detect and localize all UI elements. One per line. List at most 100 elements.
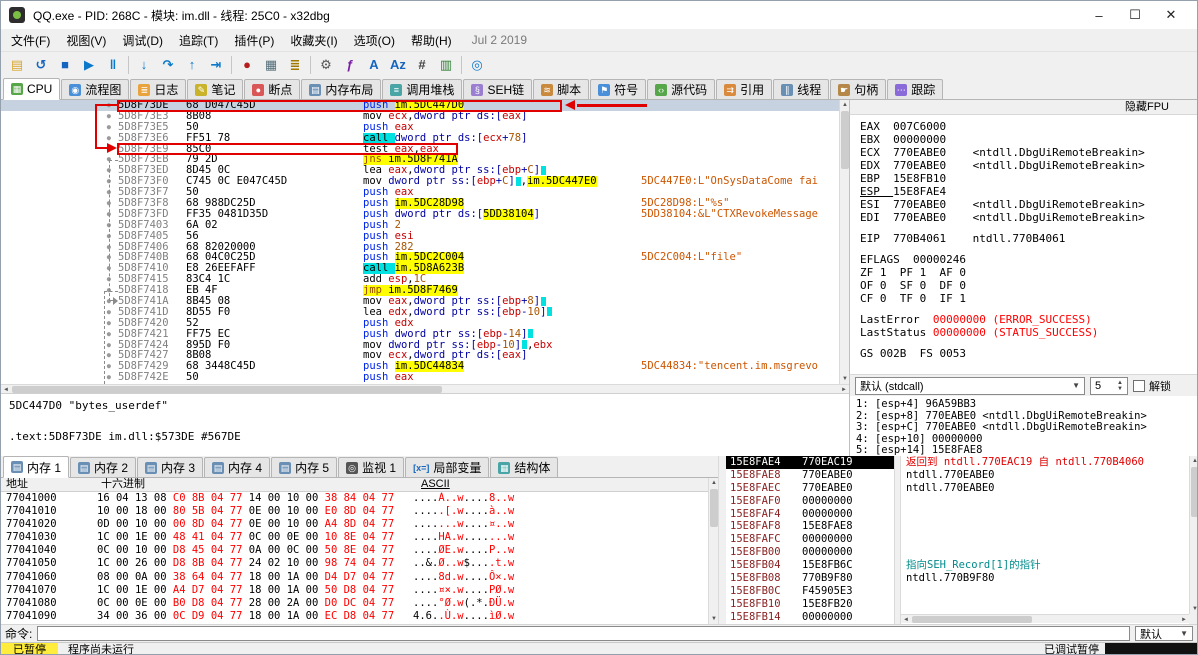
memory-row[interactable]: 77041040 0C 00 10 00 D8 45 04 77 0A 00 0C…: [1, 544, 718, 557]
column-header-ascii[interactable]: ASCII: [421, 478, 450, 491]
bottom-tab-监视 1[interactable]: ◎ 监视 1: [338, 457, 405, 477]
bottom-tab-局部变量[interactable]: [x=] 局部变量: [405, 457, 490, 477]
step-into-icon[interactable]: ↓: [132, 54, 156, 76]
open-file-icon[interactable]: ▤: [5, 54, 29, 76]
search-icon[interactable]: ◎: [465, 54, 489, 76]
stack-row[interactable]: 15E8FB10 15E8FB20: [726, 598, 894, 611]
call-argument-row[interactable]: 1: [esp+4] 96A59BB3: [856, 398, 1197, 411]
close-button[interactable]: ✕: [1153, 3, 1189, 27]
stack-comment[interactable]: [901, 546, 1189, 559]
stack-comment[interactable]: 指向SEH_Record[1]的指针: [901, 559, 1189, 572]
column-header-address[interactable]: 地址: [6, 478, 28, 491]
settings-icon[interactable]: ⚙: [314, 54, 338, 76]
memory-row[interactable]: 77041070 1C 00 1E 00 A4 D7 04 77 18 00 1A…: [1, 584, 718, 597]
scrollbar-thumb[interactable]: [841, 111, 849, 169]
breakpoint-dot[interactable]: ●: [1, 285, 118, 296]
breakpoint-dot[interactable]: ●: [1, 329, 118, 340]
breakpoint-dot[interactable]: ●: [1, 340, 118, 351]
stack-row[interactable]: 15E8FB04 15E8FB6C: [726, 559, 894, 572]
command-input[interactable]: [37, 626, 1130, 641]
menu-item-收藏夹[interactable]: 收藏夹(I): [282, 30, 345, 51]
command-profile-select[interactable]: 默认 ▼: [1135, 626, 1193, 641]
register-row-lasterror[interactable]: LastError 00000000 (ERROR_SUCCESS): [860, 313, 1197, 326]
argument-depth-stepper[interactable]: 5 ▲ ▼: [1090, 376, 1128, 395]
tab-调用堆栈[interactable]: ≡ 调用堆栈: [382, 79, 463, 99]
register-row-eip[interactable]: EIP 770B4061 ntdll.770B4061: [860, 232, 1197, 245]
tab-日志[interactable]: ≣ 日志: [130, 79, 187, 99]
calling-convention-select[interactable]: 默认 (stdcall) ▼: [855, 376, 1085, 395]
patches-icon[interactable]: #: [410, 54, 434, 76]
breakpoint-dot[interactable]: ●: [1, 263, 118, 274]
register-row-eflags[interactable]: EFLAGS 00000246: [860, 253, 1197, 266]
bottom-tab-内存 1[interactable]: ▤ 内存 1: [3, 456, 70, 478]
tab-SEH链[interactable]: § SEH链: [463, 79, 533, 99]
assemble-icon[interactable]: A: [362, 54, 386, 76]
tab-内存布局[interactable]: ▤ 内存布局: [301, 79, 382, 99]
disassembly-pane[interactable]: ●5D8F73DE68 D047C45Dpush im.5DC447D0●5D8…: [1, 100, 839, 384]
registers-pane[interactable]: EAX 007C6000 EBX 00000000 ECX 770EABE0 <nt…: [849, 115, 1197, 374]
bottom-tab-内存 4[interactable]: ▤ 内存 4: [204, 457, 271, 477]
register-row-esp[interactable]: ESP 15E8FAE4: [860, 185, 1197, 198]
menu-item-帮助[interactable]: 帮助(H): [403, 30, 460, 51]
tab-流程图[interactable]: ◉ 流程图: [61, 79, 130, 99]
stack-comments-pane[interactable]: 返回到 ntdll.770EAC19 自 ntdll.770B4060 ntdll…: [901, 456, 1189, 614]
stack-row[interactable]: 15E8FAF8 15E8FAE8: [726, 520, 894, 533]
register-row-ecx[interactable]: ECX 770EABE0 <ntdll.DbgUiRemoteBreakin>: [860, 146, 1197, 159]
scroll-up-icon[interactable]: ▲: [1190, 456, 1197, 466]
memory-map-icon[interactable]: ▦: [259, 54, 283, 76]
disassembly-row[interactable]: ● 5D8F7421 FF75 EC push dword ptr ss:[ebp-1…: [1, 328, 839, 340]
column-header-hex[interactable]: 十六进制: [101, 478, 145, 491]
breakpoint-dot[interactable]: ●: [1, 122, 118, 133]
stack-comment[interactable]: ntdll.770EABE0: [901, 482, 1189, 495]
flags-row[interactable]: OF 0 SF 0 DF 0: [860, 279, 1197, 292]
menu-item-视图[interactable]: 视图(V): [58, 30, 114, 51]
breakpoint-dot[interactable]: ●: [1, 154, 118, 165]
maximize-button[interactable]: ☐: [1117, 3, 1153, 27]
bottom-tab-内存 3[interactable]: ▤ 内存 3: [137, 457, 204, 477]
breakpoint-dot[interactable]: ●: [1, 307, 118, 318]
hide-fpu-button[interactable]: 隐藏FPU: [1125, 101, 1169, 113]
disassembly-row[interactable]: ● 5D8F742E 50 push eax: [1, 372, 839, 383]
minimize-button[interactable]: –: [1081, 3, 1117, 27]
breakpoint-dot[interactable]: ●: [1, 296, 118, 307]
scrollbar-thumb[interactable]: [912, 616, 1032, 623]
flags-row[interactable]: CF 0 TF 0 IF 1: [860, 292, 1197, 305]
breakpoint-dot[interactable]: ●: [1, 111, 118, 122]
register-row-edi[interactable]: EDI 770EABE0 <ntdll.DbgUiRemoteBreakin>: [860, 211, 1197, 224]
title-bar[interactable]: QQ.exe - PID: 268C - 模块: im.dll - 线程: 25…: [1, 1, 1197, 29]
memory-row[interactable]: 77041080 0C 00 0E 00 B0 D8 04 77 28 00 2A…: [1, 597, 718, 610]
tab-跟踪[interactable]: ⋯ 跟踪: [887, 79, 944, 99]
tab-源代码[interactable]: ‹› 源代码: [647, 79, 716, 99]
breakpoint-dot[interactable]: ●: [1, 361, 118, 372]
stack-row[interactable]: 15E8FAF0 00000000: [726, 495, 894, 508]
disassembly-row[interactable]: ● 5D8F73E6 FF51 78 call dword ptr ds:[ecx+7…: [1, 132, 839, 144]
disassembly-row[interactable]: ● 5D8F7405 56 push esi: [1, 230, 839, 242]
register-row-eax[interactable]: EAX 007C6000: [860, 120, 1197, 133]
scrollbar-thumb[interactable]: [710, 489, 718, 527]
bottom-tab-内存 5[interactable]: ▤ 内存 5: [271, 457, 338, 477]
restart-icon[interactable]: ↺: [29, 54, 53, 76]
stop-icon[interactable]: ■: [53, 54, 77, 76]
log-icon[interactable]: ≣: [283, 54, 307, 76]
breakpoint-dot[interactable]: ●: [1, 144, 118, 155]
breakpoint-dot[interactable]: ●: [1, 242, 118, 253]
bottom-tab-内存 2[interactable]: ▤ 内存 2: [70, 457, 137, 477]
memory-row[interactable]: 77041030 1C 00 1E 00 48 41 04 77 0C 00 0E…: [1, 531, 718, 544]
menu-item-追踪[interactable]: 追踪(T): [171, 30, 226, 51]
breakpoint-dot[interactable]: ●: [1, 176, 118, 187]
stack-row[interactable]: 15E8FAF4 00000000: [726, 508, 894, 521]
menu-item-调试[interactable]: 调试(D): [114, 30, 171, 51]
memory-row[interactable]: 77041050 1C 00 26 00 D8 8B 04 77 24 02 10…: [1, 557, 718, 570]
scrollbar-thumb[interactable]: [1191, 467, 1197, 517]
stack-row[interactable]: 15E8FB14 00000000: [726, 611, 894, 624]
register-row-ebx[interactable]: EBX 00000000: [860, 133, 1197, 146]
stepper-arrows-icon[interactable]: ▲ ▼: [1117, 380, 1123, 392]
breakpoint-dot[interactable]: ●: [1, 209, 118, 220]
breakpoint-dot[interactable]: ●: [1, 252, 118, 263]
stack-row[interactable]: 15E8FB0C F45905E3: [726, 585, 894, 598]
step-over-icon[interactable]: ↷: [156, 54, 180, 76]
memory-dump-pane[interactable]: 地址 十六进制 ASCII 77041000 16 04 13 08 C0 8B …: [1, 478, 718, 624]
splitter[interactable]: [894, 456, 901, 624]
bottom-tab-结构体[interactable]: ▦ 结构体: [490, 457, 559, 477]
run-to-cursor-icon[interactable]: ⇥: [204, 54, 228, 76]
